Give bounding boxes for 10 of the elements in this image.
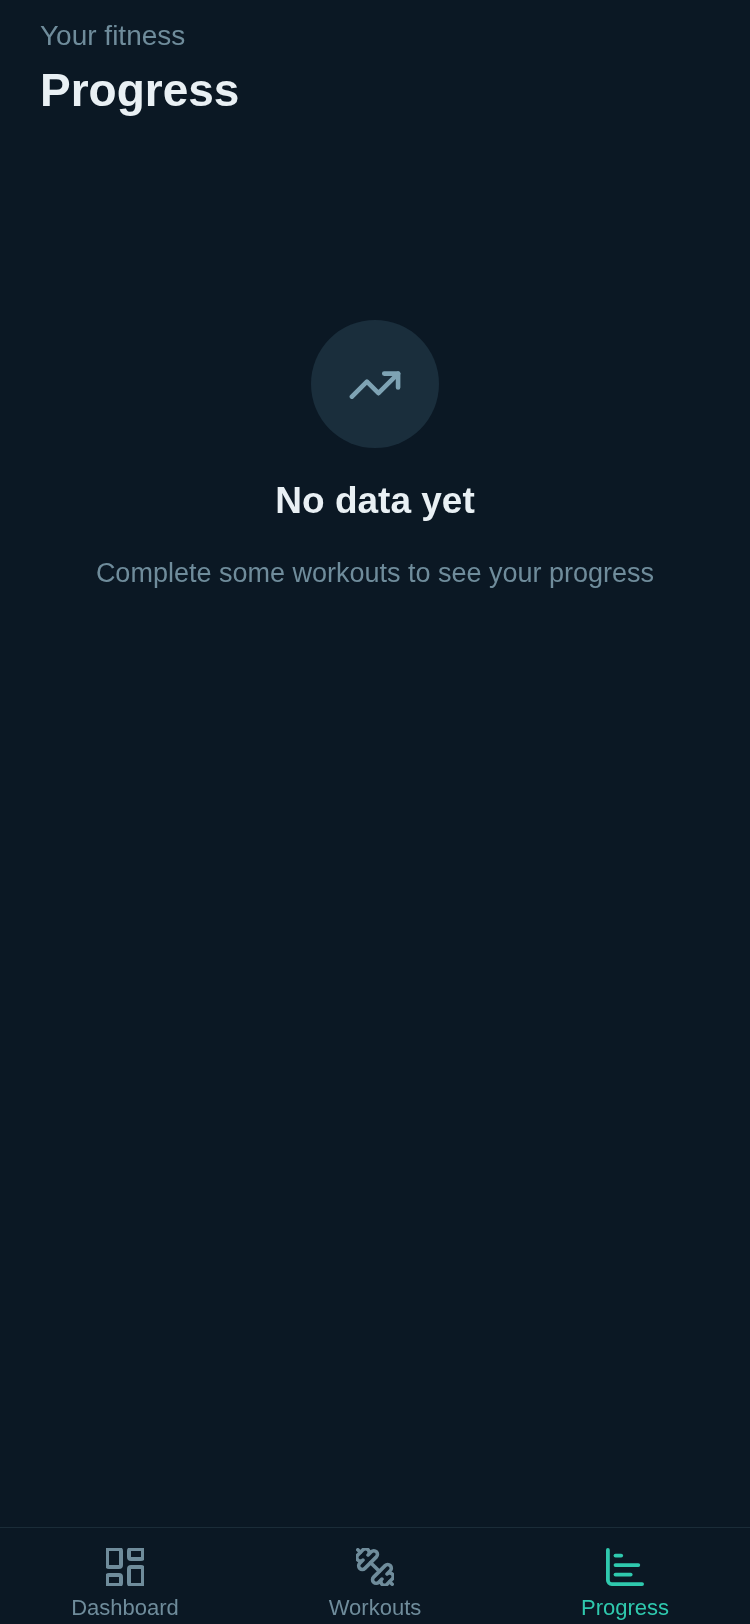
dumbbell-icon <box>356 1548 394 1586</box>
tab-button[interactable]: Workouts <box>250 1528 500 1624</box>
tab-button[interactable]: Dashboard <box>0 1528 250 1624</box>
page-subtitle: Your fitness <box>40 19 187 53</box>
empty-state-message: Complete some workouts to see your progress <box>95 557 655 590</box>
empty-state-title: No data yet <box>275 479 475 523</box>
grid-icon <box>106 1548 144 1586</box>
bar-chart-icon <box>606 1548 644 1586</box>
tab-button[interactable]: Progress <box>500 1528 750 1624</box>
page-title: Progress <box>40 63 241 118</box>
